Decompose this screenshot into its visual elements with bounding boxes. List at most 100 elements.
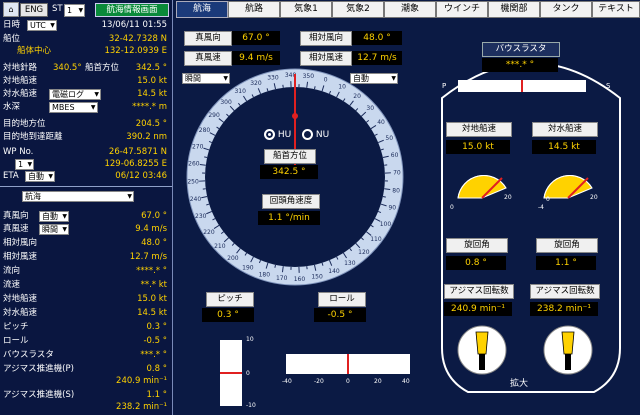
- compass-label: 80: [392, 187, 400, 194]
- dest-dist-row: 目的地到達距離 390.2 nm: [3, 132, 167, 142]
- sog-gauge-tick-0: 0: [450, 204, 454, 211]
- compass-label: 120: [358, 249, 370, 256]
- heading-label: 船首方位: [264, 149, 316, 164]
- roll-tick-m20: -20: [314, 378, 324, 385]
- roll-value: -0.5 °: [314, 308, 366, 322]
- azimuth-s-icon: [543, 325, 593, 375]
- stw2-row: 対水船速 14.5 kt: [3, 308, 167, 318]
- pitch-indicator: [220, 372, 242, 374]
- rpm-p-value: 240.9 min⁻¹: [444, 302, 512, 316]
- roll-tick-m40: -40: [282, 378, 292, 385]
- azimuth-s-blade: [561, 331, 575, 355]
- rel-wind-speed-label: 相対風速: [300, 51, 352, 66]
- compass-label: 70: [393, 170, 401, 177]
- azi-p-rpm-row: 240.9 min⁻¹: [116, 376, 167, 386]
- compass-label: 0: [324, 77, 328, 84]
- rel-wind-speed-value: 12.7 m/s: [352, 51, 402, 65]
- sog-row: 対地船速 15.0 kt: [3, 76, 167, 86]
- eta-mode-select[interactable]: 自動: [25, 170, 55, 182]
- wp-lon-row: 1 129-06.8255 E: [3, 158, 169, 170]
- stw-source-select[interactable]: 電磁ログ: [49, 88, 101, 100]
- compass-tick: [204, 156, 208, 159]
- compass-label: 300: [220, 99, 232, 106]
- current-dir-row: 流向 ****.* °: [3, 266, 167, 276]
- compass-label: 230: [195, 213, 207, 220]
- tab-winch[interactable]: ウインチ: [436, 1, 488, 18]
- current-speed-row: 流速 **.* kt: [3, 280, 167, 290]
- left-divider: [0, 186, 172, 187]
- sog-gauge-fill: [457, 175, 507, 199]
- wind-marker: [292, 113, 298, 119]
- nav-screen-button[interactable]: 航海情報画面: [95, 3, 169, 17]
- compass-label: 350: [303, 73, 315, 80]
- true-wind-dir-label: 真風向: [184, 31, 232, 46]
- azi-s-row: アジマス推進機(S) 1.1 °: [3, 390, 167, 400]
- hu-radio-dot[interactable]: [264, 129, 275, 140]
- true-wind-speed-row: 真風速 瞬間 9.4 m/s: [3, 223, 169, 235]
- compass-label: 220: [203, 229, 215, 236]
- azimuth-p-icon: [457, 325, 507, 375]
- compass-label: 170: [276, 275, 288, 282]
- depth-source-select[interactable]: MBES: [49, 101, 98, 113]
- tz-select[interactable]: UTC: [27, 19, 57, 31]
- compass-label: 240: [190, 196, 202, 203]
- nu-radio-dot[interactable]: [302, 129, 313, 140]
- wp-row: WP No. 26-47.5871 N: [3, 147, 167, 157]
- lang-button[interactable]: ENG: [20, 3, 48, 17]
- true-wind-speed-value: 9.4 m/s: [232, 51, 280, 65]
- turn-s-value: 1.1 °: [536, 256, 596, 270]
- compass-tick: [382, 195, 386, 198]
- port-label: P: [442, 82, 447, 90]
- compass-label: 290: [208, 112, 220, 119]
- azimuth-p-shaft: [479, 354, 485, 370]
- position-lon-row: 船体中心 132-12.0939 E: [17, 46, 167, 56]
- pitch-value: 0.3 °: [202, 308, 254, 322]
- roll-bar: [286, 354, 410, 374]
- tab-navigation[interactable]: 航海: [176, 1, 228, 18]
- mode-select[interactable]: 航海: [22, 190, 134, 202]
- bow-thruster-value: ***.* °: [482, 58, 558, 72]
- compass-label: 210: [214, 243, 226, 250]
- sog-label: 対地船速: [446, 122, 512, 137]
- tab-tide[interactable]: 潮象: [384, 1, 436, 18]
- hu-radio[interactable]: HU: [264, 129, 291, 140]
- sog2-row: 対地船速 15.0 kt: [3, 294, 167, 304]
- wind-dir-mode-select[interactable]: 自動: [39, 210, 69, 222]
- pitch-bar: [220, 340, 242, 406]
- pitch-tick-bottom: -10: [246, 402, 256, 409]
- bow-thruster-bar: [458, 80, 586, 92]
- true-wind-dir-row: 真風向 自動 67.0 °: [3, 210, 169, 222]
- left-panel: ⌂ ENG ST 1 航海情報画面 日時 UTC 13/06/11 01:55 …: [0, 0, 173, 415]
- compass-label: 250: [187, 178, 199, 185]
- wp-select[interactable]: 1: [15, 158, 35, 170]
- nu-radio[interactable]: NU: [302, 129, 329, 140]
- tab-weather2[interactable]: 気象2: [332, 1, 384, 18]
- roll-label: ロール: [318, 292, 366, 307]
- tab-weather1[interactable]: 気象1: [280, 1, 332, 18]
- bow-thruster-label: バウスラスタ: [482, 42, 560, 57]
- sog-gauge-tick-20: 20: [504, 194, 512, 201]
- tab-tank[interactable]: タンク: [540, 1, 592, 18]
- rel-wind-dir-value: 48.0 °: [352, 31, 402, 45]
- compass-label: 330: [267, 74, 279, 81]
- azimuth-p-blade: [475, 331, 489, 355]
- tab-text[interactable]: テキスト: [592, 1, 640, 18]
- compass-label: 10: [338, 84, 346, 91]
- compass-label: 280: [199, 127, 211, 134]
- bow-thruster-indicator: [521, 80, 523, 92]
- compass-label: 150: [311, 274, 323, 281]
- zoom-button[interactable]: 拡大: [510, 376, 528, 389]
- compass-label: 20: [353, 93, 361, 100]
- wind-speed-mode-select[interactable]: 瞬間: [39, 223, 69, 235]
- dest-bearing-row: 目的地方位 204.5 °: [3, 119, 167, 129]
- home-icon[interactable]: ⌂: [3, 2, 19, 17]
- position-row: 船位 32-42.7328 N: [3, 34, 167, 44]
- rel-wind-dir-label: 相対風向: [300, 31, 352, 46]
- tab-route[interactable]: 航路: [228, 1, 280, 18]
- navigation-main: 真風向 67.0 ° 相対風向 48.0 ° 真風速 9.4 m/s 相対風速 …: [176, 18, 640, 415]
- tab-engine[interactable]: 機関部: [488, 1, 540, 18]
- compass-label: 40: [377, 119, 385, 126]
- eta-row: ETA 自動 06/12 03:46: [3, 170, 169, 182]
- compass-label: 260: [188, 161, 200, 168]
- stw-gauge-tick-20: 20: [590, 194, 598, 201]
